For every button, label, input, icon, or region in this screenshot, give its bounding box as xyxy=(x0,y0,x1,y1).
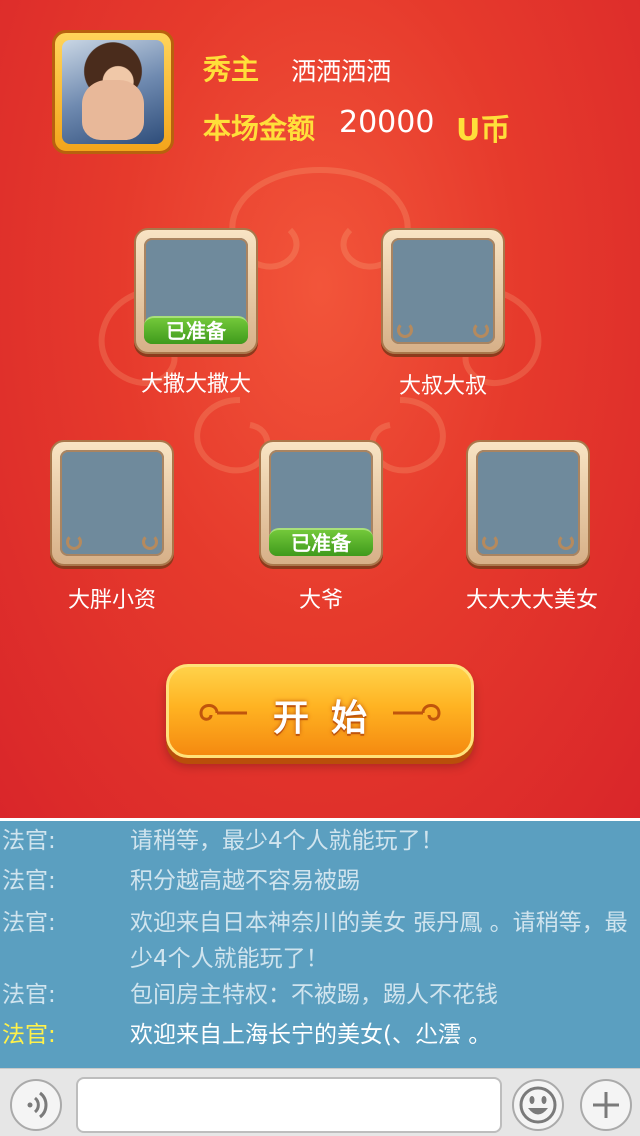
player-avatar-placeholder: 已准备 xyxy=(269,450,373,556)
chat-text: 包间房主特权：不被踢，踢人不花钱 xyxy=(130,982,498,1008)
host-name: 洒洒洒洒 xyxy=(291,57,392,86)
player-name: 大爷 xyxy=(298,588,343,613)
corner-ornament xyxy=(558,534,574,550)
host-title: 秀主 xyxy=(203,53,260,86)
chat-input-bar xyxy=(0,1068,640,1136)
player-name: 大撒大撒大 xyxy=(140,372,251,397)
room-stage: 秀主 洒洒洒洒 本场金额 20000 U币 已准备 大撒大撒大 大叔大叔 大胖小… xyxy=(0,0,640,818)
player-avatar-placeholder: 已准备 xyxy=(144,238,248,344)
chat-text: 欢迎来自日本神奈川的美女 張丹鳳 。请稍等，最少4个人就能玩了！ xyxy=(130,910,628,972)
chat-text-input[interactable] xyxy=(76,1077,502,1133)
plus-icon xyxy=(593,1092,619,1118)
chat-speaker: 法官: xyxy=(2,1022,56,1048)
voice-icon xyxy=(27,1091,48,1119)
amount-label: 本场金额 xyxy=(203,112,316,145)
chat-speaker: 法官: xyxy=(2,868,56,894)
player-name: 大叔大叔 xyxy=(398,374,487,399)
player-slot-5[interactable] xyxy=(466,440,590,566)
corner-ornament xyxy=(473,322,489,338)
cloud-swirl-icon xyxy=(393,704,441,721)
player-name: 大胖小资 xyxy=(67,588,156,613)
player-avatar-placeholder xyxy=(391,238,495,344)
amount-value: 20000 xyxy=(339,105,435,140)
ready-badge: 已准备 xyxy=(144,316,248,344)
host-avatar[interactable] xyxy=(52,30,174,154)
smiley-icon xyxy=(519,1086,557,1124)
corner-ornament xyxy=(397,322,413,338)
corner-ornament xyxy=(142,534,158,550)
corner-ornament xyxy=(482,534,498,550)
chat-speaker: 法官: xyxy=(2,828,56,854)
chat-speaker: 法官: xyxy=(2,982,56,1008)
player-slot-3[interactable] xyxy=(50,440,174,566)
start-button[interactable]: 开始 xyxy=(166,664,474,758)
player-avatar-placeholder xyxy=(60,450,164,556)
host-photo xyxy=(62,40,164,144)
player-name: 大大大大美女 xyxy=(465,588,598,613)
player-avatar-placeholder xyxy=(476,450,580,556)
player-slot-1[interactable]: 已准备 xyxy=(134,228,258,354)
player-slot-4[interactable]: 已准备 xyxy=(259,440,383,566)
amount-unit: U币 xyxy=(456,113,511,148)
add-button[interactable] xyxy=(580,1079,632,1131)
chat-speaker: 法官: xyxy=(2,910,56,936)
chat-text: 积分越高越不容易被踢 xyxy=(130,868,360,894)
chat-text: 请稍等，最少4个人就能玩了！ xyxy=(130,828,444,854)
corner-ornament xyxy=(66,534,82,550)
player-slot-2[interactable] xyxy=(381,228,505,354)
ready-badge: 已准备 xyxy=(269,528,373,556)
chat-text: 欢迎来自上海长宁的美女(、尐澐 。 xyxy=(130,1022,492,1048)
chat-log[interactable]: 法官: 请稍等，最少4个人就能玩了！ 法官: 积分越高越不容易被踢 法官: 欢迎… xyxy=(0,818,640,1068)
emoji-button[interactable] xyxy=(512,1079,564,1131)
voice-button[interactable] xyxy=(10,1079,62,1131)
